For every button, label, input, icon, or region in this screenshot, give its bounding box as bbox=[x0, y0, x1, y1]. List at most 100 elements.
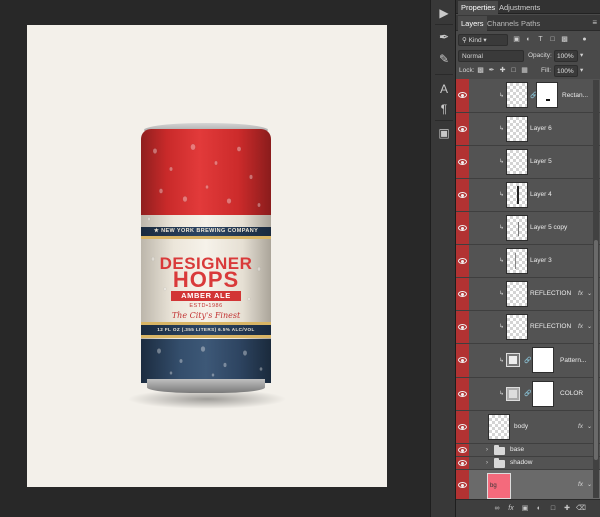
layer-mask-thumbnail[interactable] bbox=[532, 381, 554, 407]
panel-menu-icon[interactable]: ≡ bbox=[592, 18, 597, 27]
add-style-icon[interactable]: fx bbox=[506, 504, 516, 514]
lock-pixels-icon[interactable]: ▩ bbox=[476, 66, 485, 75]
trash-icon[interactable]: ⌫ bbox=[576, 504, 586, 514]
layer-row[interactable]: ↳ Layer 5 copy bbox=[456, 212, 600, 245]
layer-row[interactable]: ↳ REFLECTION fx ⌄ bbox=[456, 278, 600, 311]
layer-effects-badge[interactable]: fx bbox=[578, 290, 583, 297]
layer-row[interactable]: ↳ REFLECTION fx ⌄ bbox=[456, 311, 600, 344]
lock-image-icon[interactable]: ✒ bbox=[487, 66, 496, 75]
layer-mask-thumbnail[interactable] bbox=[532, 347, 554, 373]
pattern-fill-icon bbox=[506, 353, 520, 367]
pixel-filter-icon[interactable]: ▣ bbox=[512, 35, 521, 44]
eye-icon[interactable] bbox=[458, 258, 467, 264]
canvas-area[interactable]: ★ NEW YORK BREWING COMPANY DESIGNER HOPS… bbox=[0, 0, 430, 517]
eye-icon[interactable] bbox=[458, 324, 467, 330]
layer-row[interactable]: body fx ⌄ bbox=[456, 411, 600, 444]
tab-layers[interactable]: Layers bbox=[458, 16, 487, 31]
opacity-input[interactable]: 100% bbox=[554, 50, 578, 62]
chevron-down-icon[interactable]: ⌄ bbox=[587, 423, 592, 430]
eye-icon[interactable] bbox=[458, 424, 467, 430]
blend-row: Normal Opacity: 100% ▾ bbox=[456, 48, 600, 64]
fill-arrow-icon[interactable]: ▾ bbox=[580, 66, 583, 76]
eye-icon[interactable] bbox=[458, 126, 467, 132]
paragraph-icon[interactable]: ¶ bbox=[435, 100, 453, 118]
eye-icon[interactable] bbox=[458, 225, 467, 231]
can-bottom bbox=[147, 379, 265, 393]
add-mask-icon[interactable]: ▣ bbox=[520, 504, 530, 514]
layer-group-row[interactable]: › base bbox=[456, 444, 600, 457]
character-icon[interactable]: A bbox=[435, 80, 453, 98]
opacity-arrow-icon[interactable]: ▾ bbox=[580, 51, 583, 61]
layer-effects-badge[interactable]: fx bbox=[578, 323, 583, 330]
layer-mask-thumbnail[interactable] bbox=[536, 82, 558, 108]
fill-input[interactable]: 100% bbox=[554, 65, 578, 77]
beer-can: ★ NEW YORK BREWING COMPANY DESIGNER HOPS… bbox=[141, 123, 271, 395]
scrollbar-thumb[interactable] bbox=[594, 240, 598, 460]
layer-row-selected[interactable]: bg fx ⌄ bbox=[456, 470, 600, 499]
chevron-right-icon[interactable]: › bbox=[486, 460, 488, 466]
type-filter-icon[interactable]: T bbox=[536, 35, 545, 44]
opacity-label: Opacity: bbox=[528, 52, 552, 59]
layer-effects-badge[interactable]: fx bbox=[578, 423, 583, 430]
document-canvas[interactable]: ★ NEW YORK BREWING COMPANY DESIGNER HOPS… bbox=[27, 25, 387, 487]
link-icon[interactable]: 🔗 bbox=[524, 390, 531, 397]
new-layer-icon[interactable]: ✚ bbox=[562, 504, 572, 514]
blend-mode-select[interactable]: Normal bbox=[458, 50, 524, 62]
eye-icon[interactable] bbox=[458, 447, 467, 453]
layer-row[interactable]: ↳ 🔗 Rectan... bbox=[456, 79, 600, 113]
tab-adjustments[interactable]: Adjustments bbox=[496, 1, 543, 14]
adjustment-filter-icon[interactable]: ◐ bbox=[524, 35, 533, 44]
chevron-down-icon[interactable]: ⌄ bbox=[587, 323, 592, 330]
shape-filter-icon[interactable]: □ bbox=[548, 35, 557, 44]
chevron-down-icon[interactable]: ⌄ bbox=[587, 290, 592, 297]
lock-artboard-icon[interactable]: □ bbox=[509, 66, 518, 75]
eye-icon[interactable] bbox=[458, 460, 467, 466]
tab-channels[interactable]: Channels bbox=[484, 16, 522, 31]
lock-position-icon[interactable]: ✚ bbox=[498, 66, 507, 75]
layer-thumbnail bbox=[506, 116, 528, 142]
brush-settings-icon[interactable]: ✒ bbox=[435, 28, 453, 46]
clipping-arrow-icon: ↳ bbox=[499, 93, 505, 99]
new-adjustment-icon[interactable]: ◐ bbox=[534, 504, 544, 514]
lock-all-icon[interactable]: ▦ bbox=[520, 66, 529, 75]
layer-row[interactable]: ↳ Layer 4 bbox=[456, 179, 600, 212]
link-icon[interactable]: 🔗 bbox=[524, 357, 531, 364]
layer-row[interactable]: ↳ Layer 6 bbox=[456, 113, 600, 146]
new-group-icon[interactable]: □ bbox=[548, 504, 558, 514]
layer-name: REFLECTION bbox=[530, 323, 572, 330]
can-red-section bbox=[141, 129, 271, 215]
layer-row[interactable]: ↳ Layer 5 bbox=[456, 146, 600, 179]
layer-color-marker bbox=[456, 278, 469, 310]
brush-icon[interactable]: ✎ bbox=[435, 50, 453, 68]
eye-icon[interactable] bbox=[458, 192, 467, 198]
smart-object-filter-icon[interactable]: ▩ bbox=[560, 35, 569, 44]
layer-group-row[interactable]: › shadow bbox=[456, 457, 600, 470]
chevron-down-icon[interactable]: ⌄ bbox=[587, 481, 592, 488]
kind-label: Kind bbox=[468, 37, 482, 44]
layer-effects-badge[interactable]: fx bbox=[578, 481, 583, 488]
layer-name: Layer 5 bbox=[530, 158, 552, 165]
kind-filter-select[interactable]: ⚲ Kind ▾ bbox=[458, 34, 508, 46]
eye-icon[interactable] bbox=[458, 357, 467, 363]
est-text: ESTD•1986 bbox=[189, 303, 223, 309]
tab-paths[interactable]: Paths bbox=[518, 16, 543, 31]
eye-icon[interactable] bbox=[458, 159, 467, 165]
eye-icon[interactable] bbox=[458, 291, 467, 297]
lock-label: Lock: bbox=[459, 67, 475, 74]
eye-icon[interactable] bbox=[458, 391, 467, 397]
eye-icon[interactable] bbox=[458, 482, 467, 488]
filter-toggle-icon[interactable]: ● bbox=[580, 35, 589, 44]
layer-row[interactable]: ↳ 🔗 COLOR bbox=[456, 378, 600, 411]
layer-thumbnail bbox=[488, 414, 510, 440]
panel-icon-strip: ▶ ✒ ✎ A ¶ ▣ bbox=[430, 0, 456, 517]
layers-scrollbar[interactable] bbox=[593, 80, 599, 498]
play-icon[interactable]: ▶ bbox=[435, 4, 453, 22]
layer-color-marker bbox=[456, 470, 469, 499]
libraries-icon[interactable]: ▣ bbox=[435, 124, 453, 142]
layer-row[interactable]: ↳ Layer 3 bbox=[456, 245, 600, 278]
eye-icon[interactable] bbox=[458, 92, 467, 98]
layer-row[interactable]: ↳ 🔗 Pattern... bbox=[456, 344, 600, 378]
chevron-right-icon[interactable]: › bbox=[486, 447, 488, 453]
link-layers-icon[interactable]: ∞ bbox=[492, 504, 502, 514]
tab-properties[interactable]: Properties bbox=[458, 1, 499, 14]
